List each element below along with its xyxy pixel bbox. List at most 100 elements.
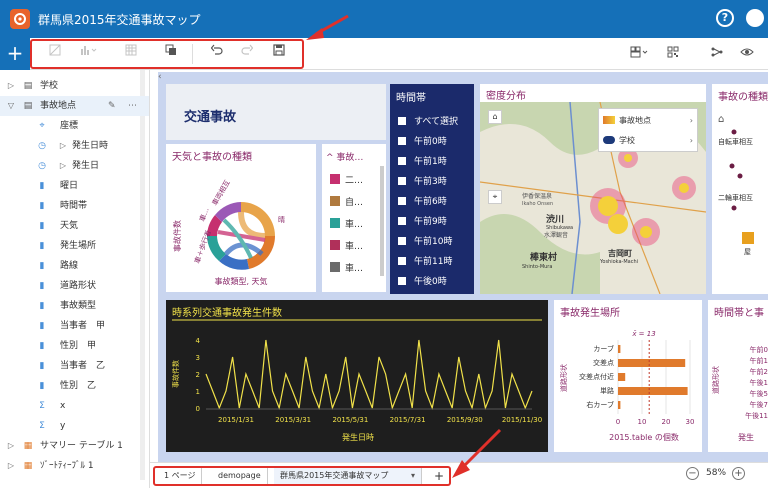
sidebar-item[interactable]: ▷ ▦ サマリー テーブル 1 — [0, 436, 149, 456]
checkbox[interactable] — [398, 217, 406, 225]
legend-item[interactable]: 車… — [330, 260, 363, 278]
sidebar-item-label: ｿﾞｰﾄﾃｨｰﾌﾞﾙ 1 — [40, 461, 94, 471]
bar[interactable] — [618, 373, 626, 381]
legend-item[interactable]: 車… — [330, 238, 363, 256]
time-filter-item[interactable]: すべて選択 — [398, 112, 458, 132]
checkbox[interactable] — [398, 117, 406, 125]
twisty-icon[interactable]: ▷ — [6, 436, 16, 456]
legend-scrollbar[interactable] — [380, 166, 384, 276]
checkbox[interactable] — [398, 277, 406, 285]
checkbox[interactable] — [398, 137, 406, 145]
legend-item[interactable]: 車… — [330, 216, 363, 234]
map-home-icon[interactable]: ⌂ — [488, 110, 502, 124]
flow-icon[interactable] — [708, 46, 726, 64]
time-filter-item[interactable]: 午前9時 — [398, 212, 447, 232]
sidebar-item[interactable]: ▮ 事故類型 — [0, 296, 149, 316]
avatar[interactable] — [746, 9, 764, 27]
legend-panel[interactable]: ^ 事故… 二… 自… 車… 車… 車… — [322, 144, 386, 292]
checkbox[interactable] — [398, 237, 406, 245]
legend-item[interactable]: 自… — [330, 194, 363, 212]
qr-grid-icon[interactable] — [664, 46, 682, 64]
collapse-chevron-icon[interactable]: ‹ — [158, 72, 166, 84]
time-filter-item[interactable]: 午前6時 — [398, 192, 447, 212]
sidebar-item[interactable]: ▷ ▤ 学校 — [0, 76, 149, 96]
sidebar-item[interactable]: ▮ 曜日 — [0, 176, 149, 196]
bar[interactable] — [618, 387, 688, 395]
chord-label-0: 車両相互 — [210, 178, 232, 207]
hour-tick-label: 午前0 — [750, 345, 768, 354]
sidebar-item[interactable]: ▷ ◷ 発生日時 — [0, 136, 149, 156]
chord-label-1: 車… — [197, 206, 210, 222]
layout-icon[interactable] — [630, 46, 648, 64]
twisty-icon[interactable]: ▷ — [6, 456, 16, 476]
ts-ytick-label: 4 — [196, 337, 201, 345]
sidebar-item[interactable]: ▷ ◷ 発生日 — [0, 156, 149, 176]
checkbox[interactable] — [398, 157, 406, 165]
checkbox[interactable] — [398, 257, 406, 265]
legend-item[interactable]: 二… — [330, 172, 363, 190]
sidebar-item[interactable]: ⌖ 座標 — [0, 116, 149, 136]
sidebar-item[interactable]: ▮ 天気 — [0, 216, 149, 236]
accident-kind-panel[interactable]: 事故の種類 ⌂ 自転車相互 二輪車相互 屋 — [712, 84, 768, 294]
bar-icon: ▮ — [39, 381, 45, 391]
sidebar-item[interactable]: ▮ 発生場所 — [0, 236, 149, 256]
collapse-icon[interactable]: ^ — [326, 153, 334, 163]
twisty-icon[interactable]: ▷ — [58, 156, 68, 176]
twisty-icon[interactable]: ▷ — [6, 76, 16, 96]
sidebar-item[interactable]: ▷ ▦ ｿﾞｰﾄﾃｨｰﾌﾞﾙ 1 — [0, 456, 149, 476]
place-chart-panel[interactable]: 事故発生場所 道路形状 x̄ = 13 2015.table の個数 0 10 20… — [554, 300, 702, 452]
time-filter-item[interactable]: 午後0時 — [398, 272, 447, 292]
zoom-out-button[interactable]: − — [686, 467, 699, 480]
sidebar-item[interactable]: ▮ 道路形状 — [0, 276, 149, 296]
time-filter-item[interactable]: 午前0時 — [398, 132, 447, 152]
sidebar-item[interactable]: ▮ 当事者 甲 — [0, 316, 149, 336]
sidebar-item-label: 発生場所 — [60, 241, 97, 251]
twisty-icon[interactable]: ▷ — [58, 136, 68, 156]
twisty-icon[interactable]: ▽ — [6, 96, 16, 116]
add-button[interactable]: + — [0, 38, 30, 70]
help-icon[interactable]: ? — [716, 9, 734, 27]
time-filter-item[interactable]: 午前1時 — [398, 152, 447, 172]
time-filter-item[interactable]: 午前3時 — [398, 172, 447, 192]
sidebar-item-label: 道路形状 — [60, 281, 97, 291]
map-layer-schools[interactable]: 学校 › — [603, 133, 695, 149]
density-map-panel[interactable]: 密度分布 伊香保温泉 Ikaho Onsen 渋川 Shibukawa 水澤観音… — [480, 84, 706, 294]
sidebar-item[interactable]: Σx — [0, 396, 149, 416]
time-filter-panel[interactable]: 時間帯 すべて選択 午前0時 午前1時 午前3時 午前6時 午前9時 午前10時 午前11時午… — [390, 84, 474, 294]
time-filter-item[interactable]: 午前11時 — [398, 252, 452, 272]
bar[interactable] — [618, 345, 621, 353]
bar-xtick-label: 30 — [686, 418, 695, 426]
bar[interactable] — [618, 401, 621, 409]
hour-tick-label: 午後1 — [750, 378, 768, 387]
sidebar-item[interactable]: ▽ ▤ 事故地点 ✎ ⋯ — [0, 96, 149, 116]
checkbox[interactable] — [398, 177, 406, 185]
map-layer-accidents[interactable]: 事故地点 › — [603, 113, 695, 129]
sidebar-item[interactable]: ▮ 性別 乙 — [0, 376, 149, 396]
dashboard-heading: 交通事故 — [184, 110, 237, 125]
app-logo-icon — [10, 9, 30, 29]
sidebar-item[interactable]: Σy — [0, 416, 149, 436]
legend-title: 事故… — [336, 153, 364, 163]
bar[interactable] — [618, 359, 686, 367]
page-tabs-bar: 1 ページ demopage 群馬県2015年交通事故マップ ▾ + − 58%… — [150, 462, 768, 488]
map-tool-icon[interactable]: ⌖ — [488, 190, 502, 204]
table-icon: ▤ — [23, 101, 33, 111]
bar-category-label: 右カーブ — [586, 400, 614, 409]
preview-icon[interactable] — [738, 46, 756, 64]
sidebar-item[interactable]: ▮ 当事者 乙 — [0, 356, 149, 376]
hour-chart: 道路形状 午前0 午前1 午前2 午後1 午後5 午後7 午後11 発生 — [711, 345, 768, 442]
hour-ylabel: 道路形状 — [711, 366, 720, 394]
timeseries-panel[interactable]: 時系列交通事故発生件数 01234 2015/1/31 2015/3/31 2015… — [166, 300, 548, 452]
more-icon[interactable]: ⋯ — [128, 96, 137, 116]
zoom-in-button[interactable]: + — [732, 467, 745, 480]
weather-chart-panel[interactable]: 天気と事故の種類 車両相互 車… 車＋歩行者 晴 事故件数 事故類型, 天気 — [166, 144, 316, 292]
sidebar-item[interactable]: ▮ 性別 甲 — [0, 336, 149, 356]
hour-panel[interactable]: 時間帯と事 道路形状 午前0 午前1 午前2 午後1 午後5 午後7 午後11 発生 — [708, 300, 768, 452]
time-filter-item[interactable]: 午前10時 — [398, 232, 452, 252]
sidebar-item[interactable]: ▮ 路線 — [0, 256, 149, 276]
checkbox[interactable] — [398, 197, 406, 205]
title-bar: 群馬県2015年交通事故マップ ? — [0, 0, 768, 38]
title-panel[interactable]: 交通事故 — [166, 84, 386, 140]
edit-icon[interactable]: ✎ — [108, 96, 116, 116]
sidebar-item[interactable]: ▮ 時間帯 — [0, 196, 149, 216]
